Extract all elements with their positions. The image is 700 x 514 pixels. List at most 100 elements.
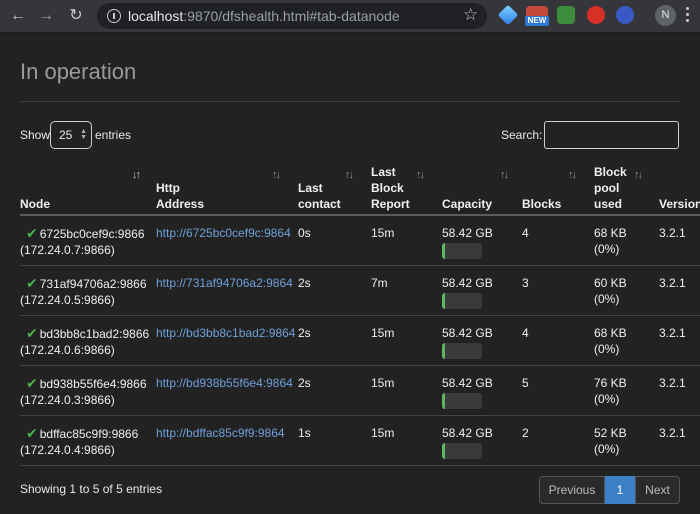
last-block-report-value: 15m <box>371 326 395 340</box>
url-text[interactable]: localhost:9870/dfshealth.html#tab-datano… <box>128 7 400 25</box>
cell-version: 3.2.1 <box>659 325 686 341</box>
cell-block-pool-used: 76 KB (0%) <box>594 375 627 407</box>
table-header: Node ↓↑ Http Address ↑↓ Last contact ↑↓ Last B… <box>20 161 700 216</box>
search-control: Search: <box>501 121 679 149</box>
cell-last-block-report: 15m <box>371 425 394 441</box>
version-value: 3.2.1 <box>659 426 686 440</box>
node-name: 731af94706a2:9866 <box>39 277 147 291</box>
back-arrow-icon[interactable]: ← <box>8 6 28 26</box>
capacity-usage-bar <box>442 443 482 459</box>
forward-arrow-icon[interactable]: → <box>36 6 56 26</box>
table-row: ✔ bdffac85c9f9:9866 (172.24.0.4:9866) http:… <box>20 416 700 466</box>
extension-new-icon[interactable]: NEW <box>525 6 549 26</box>
column-header-label: Blocks <box>522 197 562 211</box>
section-title: In operation <box>20 59 137 84</box>
http-address-link[interactable]: http://bd3bb8c1bad2:9864 <box>156 326 295 340</box>
new-badge: NEW <box>525 16 549 26</box>
last-block-report-value: 15m <box>371 226 395 240</box>
cell-blocks: 5 <box>522 375 529 391</box>
search-label: Search: <box>501 128 543 142</box>
browser-toolbar: ← → ↻ localhost:9870/dfshealth.html#tab-… <box>0 0 700 33</box>
show-label: Show <box>20 128 51 142</box>
node-name: bd938b55f6e4:9866 <box>39 377 147 391</box>
version-value: 3.2.1 <box>659 326 686 340</box>
sort-icon: ↑↓ <box>568 169 577 181</box>
extension-stop-icon[interactable] <box>587 6 605 24</box>
info-icon[interactable] <box>107 9 121 23</box>
sort-icon: ↑↓ <box>500 169 509 181</box>
cell-version: 3.2.1 <box>659 275 686 291</box>
cell-blocks: 4 <box>522 225 529 241</box>
capacity-value: 58.42 GB <box>442 276 493 290</box>
url-path: :9870/dfshealth.html#tab-datanode <box>183 8 400 24</box>
block-pool-used-percent: (0%) <box>594 342 620 356</box>
http-address-link[interactable]: http://bdffac85c9f9:9864 <box>156 426 285 440</box>
block-pool-used-value: 52 KB <box>594 426 627 440</box>
node-ip: (172.24.0.4:9866) <box>20 443 115 457</box>
check-icon: ✔ <box>26 325 38 341</box>
http-address-link[interactable]: http://731af94706a2:9864 <box>156 276 293 290</box>
sort-icon: ↑↓ <box>345 169 354 181</box>
extension-green-icon[interactable] <box>557 6 575 24</box>
cell-node: ✔ bd938b55f6e4:9866 (172.24.0.3:9866) <box>20 375 147 408</box>
column-header-label: Http Address <box>156 181 205 211</box>
profile-avatar[interactable]: N <box>655 5 676 26</box>
pagination: Previous 1 Next <box>539 476 680 504</box>
reload-icon[interactable]: ↻ <box>66 6 86 26</box>
version-value: 3.2.1 <box>659 376 686 390</box>
last-block-report-value: 7m <box>371 276 388 290</box>
http-address-link[interactable]: http://6725bc0cef9c:9864 <box>156 226 291 240</box>
node-ip: (172.24.0.6:9866) <box>20 343 115 357</box>
node-name: bd3bb8c1bad2:9866 <box>39 327 150 341</box>
page-length-value: 25 <box>59 128 73 142</box>
page-length-select[interactable]: 25 ▲ ▼ <box>50 121 92 149</box>
capacity-value: 58.42 GB <box>442 326 493 340</box>
cell-node: ✔ bdffac85c9f9:9866 (172.24.0.4:9866) <box>20 425 138 458</box>
block-pool-used-percent: (0%) <box>594 292 620 306</box>
cell-capacity: 58.42 GB <box>442 275 493 291</box>
blocks-value: 3 <box>522 276 529 290</box>
cell-version: 3.2.1 <box>659 425 686 441</box>
column-header-label: Last contact <box>298 181 341 211</box>
cell-node: ✔ bd3bb8c1bad2:9866 (172.24.0.6:9866) <box>20 325 150 358</box>
previous-page-button[interactable]: Previous <box>539 476 605 504</box>
extension-diamond-icon[interactable] <box>497 4 519 26</box>
cell-http-address: http://bd938b55f6e4:9864 <box>156 375 293 391</box>
next-page-button[interactable]: Next <box>635 476 680 504</box>
cell-blocks: 4 <box>522 325 529 341</box>
cell-last-contact: 0s <box>298 225 311 241</box>
cell-last-block-report: 7m <box>371 275 388 291</box>
capacity-usage-fill <box>442 243 445 259</box>
capacity-usage-fill <box>442 443 445 459</box>
check-icon: ✔ <box>26 425 38 441</box>
extension-eye-icon[interactable] <box>616 6 634 24</box>
node-ip: (172.24.0.3:9866) <box>20 393 115 407</box>
bookmark-star-icon[interactable]: ☆ <box>463 5 478 25</box>
cell-last-contact: 2s <box>298 275 311 291</box>
page-1-button[interactable]: 1 <box>605 476 635 504</box>
cell-http-address: http://731af94706a2:9864 <box>156 275 293 291</box>
cell-blocks: 2 <box>522 425 529 441</box>
cell-capacity: 58.42 GB <box>442 225 493 241</box>
last-contact-value: 0s <box>298 226 311 240</box>
http-address-link[interactable]: http://bd938b55f6e4:9864 <box>156 376 293 390</box>
last-contact-value: 2s <box>298 326 311 340</box>
address-bar[interactable]: localhost:9870/dfshealth.html#tab-datano… <box>97 3 487 29</box>
search-input[interactable] <box>544 121 679 149</box>
table-row: ✔ bd938b55f6e4:9866 (172.24.0.3:9866) http:… <box>20 366 700 416</box>
node-name: 6725bc0cef9c:9866 <box>39 227 145 241</box>
table-row: ✔ 731af94706a2:9866 (172.24.0.5:9866) http:… <box>20 266 700 316</box>
cell-capacity: 58.42 GB <box>442 325 493 341</box>
blocks-value: 4 <box>522 326 529 340</box>
column-header-label: Version <box>659 197 700 211</box>
browser-menu-icon[interactable] <box>686 7 690 25</box>
capacity-usage-fill <box>442 393 445 409</box>
cell-last-contact: 2s <box>298 375 311 391</box>
block-pool-used-percent: (0%) <box>594 242 620 256</box>
column-header-label: Node <box>20 197 50 211</box>
cell-http-address: http://6725bc0cef9c:9864 <box>156 225 291 241</box>
node-ip: (172.24.0.7:9866) <box>20 243 115 257</box>
block-pool-used-value: 76 KB <box>594 376 627 390</box>
cell-block-pool-used: 60 KB (0%) <box>594 275 627 307</box>
sort-icon: ↑↓ <box>416 169 425 181</box>
